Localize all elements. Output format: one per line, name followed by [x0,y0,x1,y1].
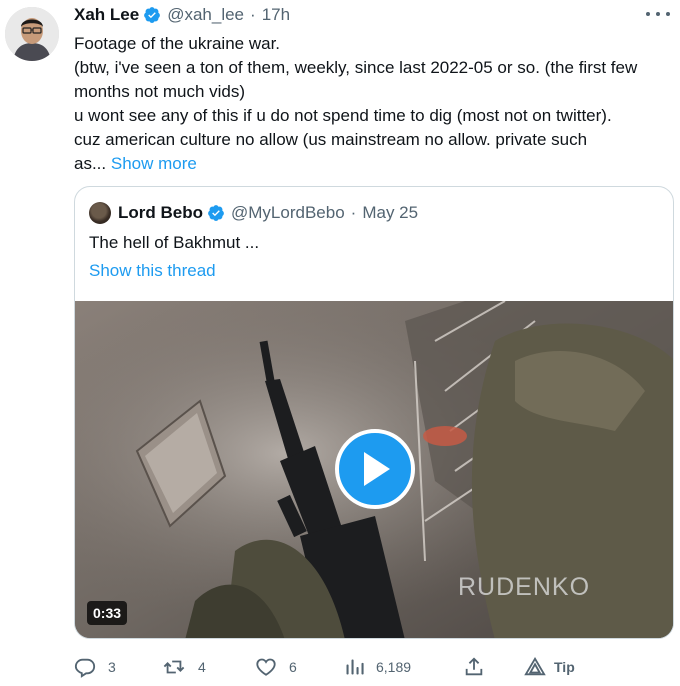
more-options-icon[interactable] [646,6,670,22]
quoted-tweet-header: Lord Bebo @MyLordBebo · May 25 [89,202,418,224]
tip-icon [524,656,546,676]
video-player[interactable]: RUDENKO 0:33 [75,301,673,638]
show-more-link[interactable]: Show more [111,154,197,173]
verified-badge-icon [144,7,161,23]
like-button[interactable]: 6 [255,654,297,680]
reply-count: 3 [108,659,116,675]
avatar-portrait-icon [5,7,59,61]
play-icon [364,452,390,486]
tweet-text-line: u wont see any of this if u do not spend… [74,106,612,125]
author-avatar[interactable] [5,7,59,61]
quoted-author-name: Lord Bebo [118,203,203,222]
tweet-text: Footage of the ukraine war. (btw, i've s… [74,32,674,176]
author-handle[interactable]: @xah_lee [167,5,244,25]
like-icon [256,658,276,676]
views-count: 6,189 [376,659,412,675]
tweet-text-last-line: as... Show more [74,152,674,176]
quoted-author-handle: @MyLordBebo [231,203,345,222]
time-separator: · [250,5,256,24]
tweet-text-line: cuz american culture no allow (us mainst… [74,130,588,149]
video-watermark: RUDENKO [458,573,591,601]
quoted-author-avatar [89,202,111,224]
verified-badge-icon [208,205,224,221]
reply-icon [74,658,96,678]
retweet-icon [163,660,185,674]
tip-label: Tip [554,659,575,675]
like-count: 6 [289,659,297,675]
show-thread-link[interactable]: Show this thread [89,259,216,283]
share-button[interactable] [463,654,485,680]
quoted-tweet-text: The hell of Bakhmut ... [89,233,260,252]
retweet-button[interactable]: 4 [162,654,206,680]
tweet-actions: 3 4 6 6,189 Tip [74,654,674,680]
tweet-text-line: (btw, i've seen a ton of them, weekly, s… [74,58,638,77]
share-icon [465,657,483,676]
tweet-time[interactable]: 17h [262,5,290,25]
views-icon [346,659,364,675]
tip-button[interactable]: Tip [524,654,575,680]
reply-button[interactable]: 3 [74,654,116,680]
video-duration: 0:33 [87,601,128,625]
tweet[interactable]: Xah Lee @xah_lee · 17h Footage of the uk… [0,0,680,686]
tweet-text-line: months not much vids) [74,82,246,101]
retweet-count: 4 [198,659,206,675]
tweet-text-line: as... [74,154,107,173]
quoted-tweet[interactable]: Lord Bebo @MyLordBebo · May 25 The hell … [74,186,674,639]
tweet-text-line: Footage of the ukraine war. [74,34,281,53]
play-button[interactable] [335,429,415,509]
author-name[interactable]: Xah Lee [74,5,139,25]
quoted-tweet-date: May 25 [362,203,419,222]
tweet-header: Xah Lee @xah_lee · 17h [74,4,290,26]
views-button[interactable]: 6,189 [344,654,411,680]
date-separator: · [350,203,357,222]
